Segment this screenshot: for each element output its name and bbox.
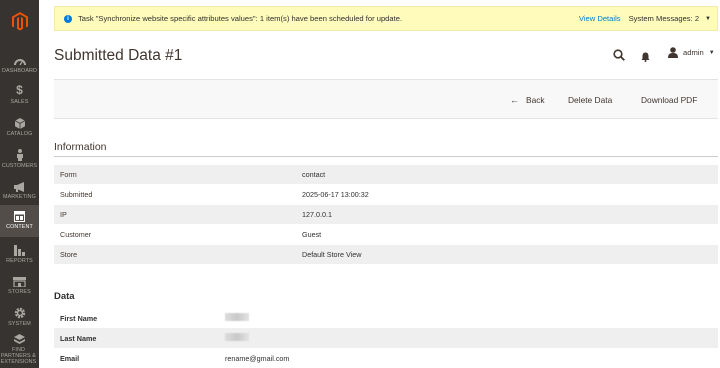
sidebar-item-catalog[interactable]: CATALOG xyxy=(0,112,39,144)
information-section-title: Information xyxy=(54,141,107,153)
row-label: Email xyxy=(60,353,80,363)
table-row: Last Name xyxy=(54,328,718,348)
arrow-left-icon: ← xyxy=(510,95,519,105)
store-icon xyxy=(13,270,26,287)
notification-message: Task "Synchronize website specific attri… xyxy=(78,14,403,23)
chevron-down-icon[interactable]: ▼ xyxy=(705,16,711,22)
sidebar-item-reports[interactable]: REPORTS xyxy=(0,239,39,271)
table-row: First Name xyxy=(54,308,718,328)
dollar-icon: $ xyxy=(16,83,23,97)
person-icon xyxy=(16,144,24,161)
sidebar-item-system[interactable]: SYSTEM xyxy=(0,302,39,334)
admin-sidebar: DASHBOARD $ SALES CATALOG CUSTOMERS MARK… xyxy=(0,0,39,368)
row-label: IP xyxy=(60,210,67,219)
table-row: IP 127.0.0.1 xyxy=(54,205,718,225)
information-table: Form contact Submitted 2025-06-17 13:00:… xyxy=(54,165,718,265)
sidebar-item-customers[interactable]: CUSTOMERS xyxy=(0,144,39,176)
sidebar-item-dashboard[interactable]: DASHBOARD xyxy=(0,49,39,81)
back-button[interactable]: ← Back xyxy=(510,95,545,105)
table-row: Email rename@gmail.com xyxy=(54,348,718,368)
table-row: Store Default Store View xyxy=(54,245,718,265)
gear-icon xyxy=(14,302,26,319)
table-row: Form contact xyxy=(54,165,718,185)
sidebar-item-sales[interactable]: $ SALES xyxy=(0,80,39,112)
sidebar-item-stores[interactable]: STORES xyxy=(0,270,39,302)
megaphone-icon xyxy=(13,175,26,192)
redacted-value xyxy=(225,333,249,341)
user-icon xyxy=(668,47,678,58)
cube-icon xyxy=(14,112,25,129)
page-actions-bar: ← Back Delete Data Download PDF xyxy=(54,79,718,119)
layout-icon xyxy=(14,205,25,222)
view-details-link[interactable]: View Details xyxy=(579,14,621,23)
chevron-down-icon: ▼ xyxy=(708,49,715,56)
row-value: 127.0.0.1 xyxy=(302,210,332,219)
row-value: Default Store View xyxy=(302,250,362,259)
table-row: Customer Guest xyxy=(54,225,718,245)
row-label: Customer xyxy=(60,230,92,239)
bar-chart-icon xyxy=(14,239,25,256)
boxes-icon xyxy=(14,333,25,345)
admin-user-menu[interactable]: admin ▼ xyxy=(668,47,715,58)
sidebar-item-marketing[interactable]: MARKETING xyxy=(0,175,39,207)
sidebar-item-content[interactable]: CONTENT xyxy=(0,205,39,237)
section-divider xyxy=(54,156,718,157)
row-value xyxy=(225,313,249,323)
page-title: Submitted Data #1 xyxy=(54,47,183,64)
download-pdf-button[interactable]: Download PDF xyxy=(641,95,697,105)
row-value: contact xyxy=(302,170,326,179)
info-icon: i xyxy=(64,14,72,23)
magento-logo[interactable] xyxy=(0,0,39,42)
system-messages-toggle[interactable]: System Messages: 2 xyxy=(629,14,699,23)
row-label: First Name xyxy=(60,313,98,323)
sidebar-item-partners[interactable]: FIND PARTNERS & EXTENSIONS xyxy=(0,333,39,365)
row-value xyxy=(225,333,249,343)
system-notification: i Task "Synchronize website specific att… xyxy=(54,6,718,31)
table-row: Submitted 2025-06-17 13:00:32 xyxy=(54,185,718,205)
row-label: Store xyxy=(60,250,78,259)
row-label: Submitted xyxy=(60,190,93,199)
dashboard-icon xyxy=(13,49,26,66)
redacted-value xyxy=(225,313,249,321)
row-value: 2025-06-17 13:00:32 xyxy=(302,190,369,199)
row-value: rename@gmail.com xyxy=(225,353,290,363)
row-label: Form xyxy=(60,170,77,179)
data-section-title: Data xyxy=(54,291,75,302)
notifications-bell-icon[interactable] xyxy=(641,49,650,67)
search-icon[interactable] xyxy=(613,48,625,66)
admin-username: admin xyxy=(683,48,704,57)
data-table: First Name Last Name Email rename@gmail.… xyxy=(54,308,718,368)
row-value: Guest xyxy=(302,230,322,239)
back-button-label: Back xyxy=(526,95,545,105)
magento-logo-icon xyxy=(11,11,28,30)
delete-data-button[interactable]: Delete Data xyxy=(568,95,612,105)
row-label: Last Name xyxy=(60,333,97,343)
